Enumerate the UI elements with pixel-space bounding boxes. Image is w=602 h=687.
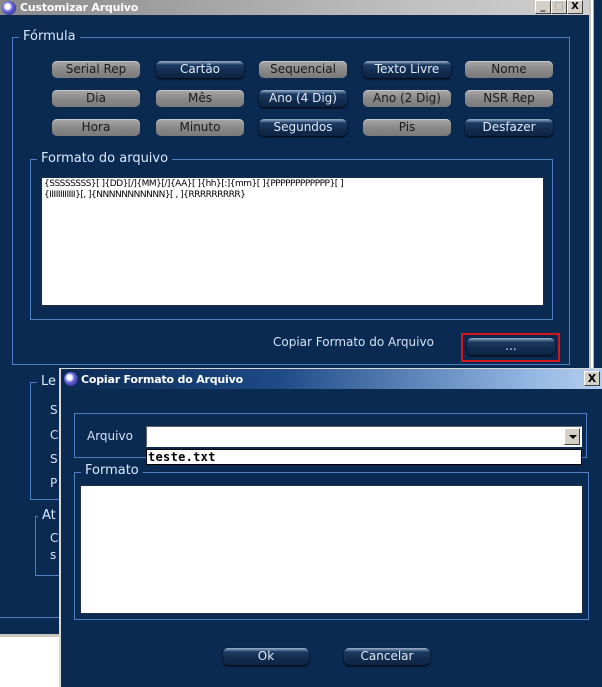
partial-letter: P [50,476,58,490]
copy-format-button[interactable]: ... [467,338,555,355]
formula-button-cartão[interactable]: Cartão [156,61,244,78]
dropdown-item-teste[interactable]: teste.txt [148,450,216,465]
maximize-button[interactable]: □ [551,0,567,14]
partial-letter: S [50,452,58,466]
format-line-1: {SSSSSSSS}[ ]{DD}[/]{MM}[/]{AA}[ ]{hh}[:… [44,179,344,189]
minimize-button[interactable]: _ [535,0,551,14]
screen: Customizar Arquivo _ □ X Fórmula Serial … [0,0,602,687]
formula-button-desfazer[interactable]: Desfazer [465,119,553,136]
formula-button-nsr-rep[interactable]: NSR Rep [465,90,553,107]
partial-letter: S [50,403,58,417]
main-titlebar[interactable]: Customizar Arquivo _ □ X [0,0,589,15]
copiar-formato-dialog: Copiar Formato do Arquivo X Arquivo test… [59,368,602,687]
formula-button-mês[interactable]: Mês [156,90,244,107]
format-textarea[interactable]: {SSSSSSSS}[ ]{DD}[/]{MM}[/]{AA}[ ]{hh}[:… [41,177,544,306]
arquivo-label: Arquivo [87,429,133,443]
formula-button-minuto[interactable]: Minuto [156,119,244,136]
partial-letter: s [50,548,57,562]
formula-legend: Fórmula [19,29,80,45]
window-title: Customizar Arquivo [20,1,139,14]
arquivo-combobox[interactable] [146,426,582,447]
dialog-close-button[interactable]: X [584,371,600,386]
formato-textarea[interactable] [80,485,583,614]
formula-button-sequencial[interactable]: Sequencial [259,61,347,78]
formato-legend: Formato [81,463,143,479]
formula-button-serial-rep[interactable]: Serial Rep [52,61,140,78]
formula-button-ano-2-dig[interactable]: Ano (2 Dig) [363,90,451,107]
formula-button-segundos[interactable]: Segundos [259,119,347,136]
partial-letter: C [50,531,59,545]
partial-divider [0,617,60,618]
formula-button-nome[interactable]: Nome [465,61,553,78]
ok-button[interactable]: Ok [223,648,309,665]
cancel-button[interactable]: Cancelar [344,648,430,665]
dialog-title: Copiar Formato do Arquivo [81,372,243,386]
close-button[interactable]: X [567,0,583,14]
app-logo-icon [64,372,78,386]
format-legend: Formato do arquivo [37,151,173,167]
formula-button-ano-4-dig[interactable]: Ano (4 Dig) [259,90,347,107]
formula-button-pis[interactable]: Pis [363,119,451,136]
chevron-down-icon[interactable] [564,428,580,445]
partial-letter: C [50,428,59,442]
dialog-titlebar[interactable]: Copiar Formato do Arquivo X [61,369,602,389]
arquivo-dropdown-list: teste.txt [146,449,582,465]
partial-legend-3: At [38,508,60,524]
formula-button-hora[interactable]: Hora [52,119,140,136]
partial-legend-2: Le [37,374,61,390]
formula-button-dia[interactable]: Dia [52,90,140,107]
formula-button-texto-livre[interactable]: Texto Livre [363,61,451,78]
copy-format-label: Copiar Formato do Arquivo [273,335,434,349]
format-line-2: {IIIIIIIIIIII}[, ]{NNNNNNNNNNN}[ , ]{RRR… [44,190,246,200]
app-logo-icon [2,0,16,15]
